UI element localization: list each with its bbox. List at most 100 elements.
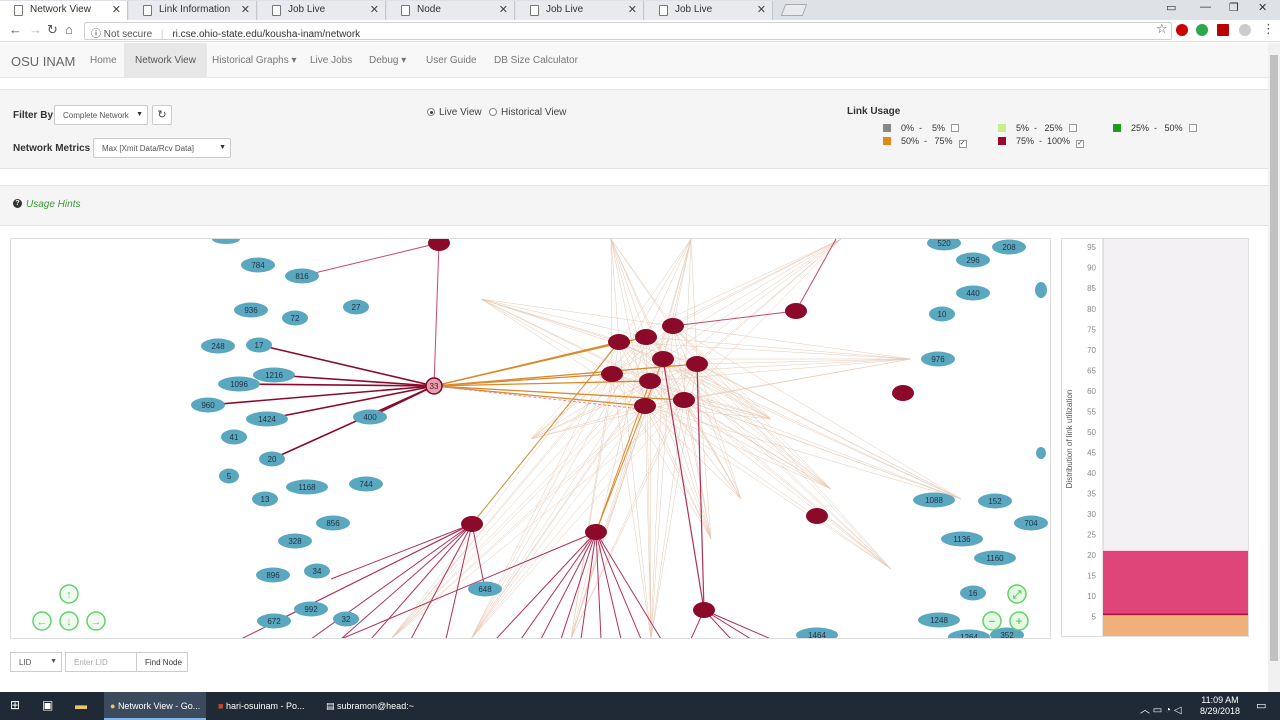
link-line xyxy=(391,358,664,638)
checkbox-checked[interactable]: ✓ xyxy=(1076,140,1085,148)
metrics-select[interactable]: Max [Xmit Data/Rcv Data] ▼ xyxy=(93,138,231,158)
task-view-icon[interactable]: ▣ xyxy=(42,692,53,720)
link-line xyxy=(445,523,473,638)
bookmark-star-icon[interactable]: ☆ xyxy=(1156,21,1168,37)
adblock-icon[interactable] xyxy=(1176,24,1188,36)
clock-date: 8/29/2018 xyxy=(1199,706,1240,716)
link-line xyxy=(471,358,664,638)
taskbar-item-label: hari-osuinam - Po... xyxy=(225,701,305,711)
taskbar-powerpoint[interactable]: ■ hari-osuinam - Po... xyxy=(212,692,314,720)
y-tick-label: 40 xyxy=(1087,469,1096,478)
live-view-radio[interactable]: Live View xyxy=(427,107,482,118)
menu-icon[interactable]: ⋮ xyxy=(1262,21,1275,37)
page-scrollbar[interactable] xyxy=(1268,43,1280,693)
close-icon[interactable]: ✕ xyxy=(757,3,766,16)
nav-historical-graphs[interactable]: Historical Graphs ▾ xyxy=(212,43,297,78)
extension-icon-2[interactable] xyxy=(1239,24,1251,36)
y-tick-label: 80 xyxy=(1087,305,1096,314)
browser-tab-job-live-2[interactable]: Job Live ✕ xyxy=(516,1,644,20)
taskbar-chrome[interactable]: ● Network View - Go... xyxy=(104,692,206,720)
y-tick-label: 45 xyxy=(1087,448,1096,457)
usage-range-75-100[interactable]: 75% - 100% ✓ xyxy=(998,136,1085,148)
usage-range-0-5[interactable]: 0% - 5% xyxy=(883,123,960,133)
nav-network-view[interactable]: Network View xyxy=(124,43,207,78)
link-line xyxy=(433,242,440,387)
browser-tab-job-live[interactable]: Job Live ✕ xyxy=(258,1,386,20)
find-node-button[interactable]: Find Node xyxy=(136,652,188,672)
usage-range-25-50[interactable]: 25% - 50% xyxy=(1113,123,1197,133)
link-line xyxy=(571,399,685,638)
refresh-button[interactable]: ↻ xyxy=(152,105,172,125)
link-line xyxy=(645,336,772,420)
file-explorer-icon[interactable]: ▬ xyxy=(75,692,87,720)
nav-home[interactable]: Home xyxy=(90,43,117,78)
network-graph[interactable]: 784 816 936 72 27 248 17 1216 1096 960 1424 400 41 20… xyxy=(10,238,1051,639)
y-tick-label: 20 xyxy=(1087,551,1096,560)
usage-range-5-25[interactable]: 5% - 25% xyxy=(998,123,1077,133)
host-node-label: 32 xyxy=(342,615,351,624)
restore-icon[interactable]: ❐ xyxy=(1229,1,1239,14)
link-line xyxy=(683,399,892,570)
browser-tabstrip: Network View ✕ Link Information ✕ Job Li… xyxy=(0,0,1280,20)
range-label: 75% - 100% xyxy=(1016,136,1071,146)
nav-debug-label: Debug xyxy=(369,55,399,66)
pdf-extension-icon[interactable] xyxy=(1217,24,1229,36)
checkbox[interactable] xyxy=(1188,124,1197,132)
browser-tab-link-information[interactable]: Link Information ✕ xyxy=(129,1,257,20)
usage-hints-link[interactable]: Usage Hints xyxy=(26,199,80,210)
checkbox-checked[interactable]: ✓ xyxy=(958,140,967,148)
caret-down-icon: ▼ xyxy=(136,111,143,118)
link-line xyxy=(696,239,842,365)
close-icon[interactable]: ✕ xyxy=(499,3,508,16)
close-icon[interactable]: ✕ xyxy=(628,3,637,16)
find-type-select[interactable]: LID ▼ xyxy=(10,652,62,672)
minimize-icon[interactable]: — xyxy=(1200,1,1211,13)
link-line-medium xyxy=(471,341,620,525)
tray-icons[interactable]: ︿ ▭ ◔ ◁ xyxy=(1140,692,1182,720)
address-bar[interactable]: ⓘ Not secure | ri.cse.ohio-state.edu/kou… xyxy=(84,22,1172,40)
notifications-icon[interactable]: ▭ xyxy=(1256,692,1266,720)
usage-range-50-75[interactable]: 50% - 75% ✓ xyxy=(883,136,967,148)
extension-icon[interactable] xyxy=(1196,24,1208,36)
nav-db-size-calculator[interactable]: DB Size Calculator xyxy=(494,43,578,78)
window-close-icon[interactable]: ✕ xyxy=(1258,1,1267,14)
info-icon: ⓘ xyxy=(91,29,101,40)
host-node-label: 744 xyxy=(359,480,373,489)
scrollbar-thumb[interactable] xyxy=(1270,55,1278,661)
nav-debug[interactable]: Debug ▾ xyxy=(369,43,406,78)
link-line xyxy=(610,239,674,327)
windows-start-icon[interactable]: ⊞ xyxy=(10,692,20,720)
close-icon[interactable]: ✕ xyxy=(112,3,121,16)
y-tick-label: 5 xyxy=(1092,612,1097,621)
switch-node xyxy=(652,351,674,367)
brand[interactable]: OSU INAM xyxy=(11,54,75,69)
browser-tab-node[interactable]: Node ✕ xyxy=(387,1,515,20)
metrics-label: Network Metrics xyxy=(13,143,91,154)
taskbar-item-label: Network View - Go... xyxy=(117,701,201,711)
lid-input[interactable]: Enter LID xyxy=(65,652,137,672)
checkbox[interactable] xyxy=(951,124,960,132)
security-label: Not secure xyxy=(103,29,153,40)
filter-select[interactable]: Complete Network ▼ xyxy=(54,105,148,125)
nav-live-jobs[interactable]: Live Jobs xyxy=(310,43,352,78)
new-tab-button[interactable] xyxy=(780,4,808,16)
reload-icon[interactable]: ↻ xyxy=(47,22,58,38)
radio-dot xyxy=(489,108,497,116)
nav-user-guide[interactable]: User Guide xyxy=(426,43,477,78)
link-line xyxy=(391,373,613,638)
pan-right-icon-glyph: → xyxy=(91,616,102,628)
network-graph-canvas[interactable]: 784 816 936 72 27 248 17 1216 1096 960 1424 400 41 20… xyxy=(11,239,1051,639)
back-icon[interactable]: ← xyxy=(9,22,22,37)
clock[interactable]: 11:09 AM 8/29/2018 xyxy=(1200,695,1240,717)
historical-view-radio[interactable]: Historical View xyxy=(489,107,566,118)
home-icon[interactable]: ⌂ xyxy=(65,22,73,37)
browser-tab-job-live-3[interactable]: Job Live ✕ xyxy=(645,1,773,20)
close-icon[interactable]: ✕ xyxy=(241,3,250,16)
taskbar-terminal[interactable]: ▤ subramon@head:~ xyxy=(320,692,422,720)
browser-tab-network-view[interactable]: Network View ✕ xyxy=(0,1,128,20)
link-line xyxy=(795,239,837,312)
close-icon[interactable]: ✕ xyxy=(370,3,379,16)
forward-icon[interactable]: → xyxy=(29,22,42,37)
profile-icon[interactable]: ▭ xyxy=(1166,1,1176,14)
checkbox[interactable] xyxy=(1068,124,1077,132)
